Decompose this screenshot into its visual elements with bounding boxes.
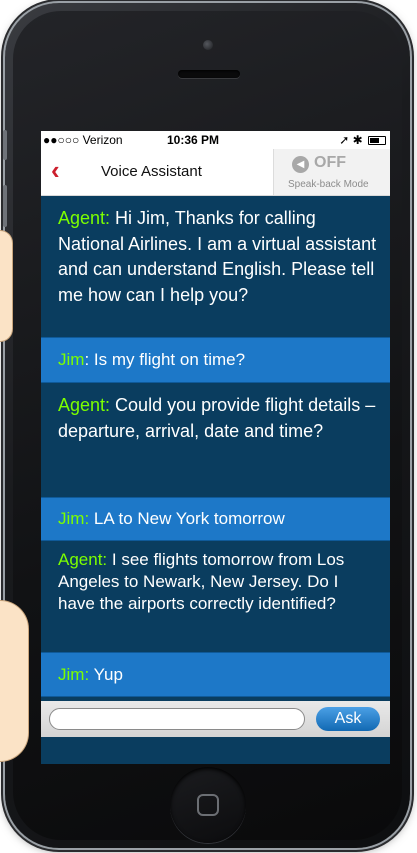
speaker-label: Jim xyxy=(58,350,85,369)
speaker-label: Jim: xyxy=(58,665,90,684)
agent-message: Agent: I see flights tomorrow from Los A… xyxy=(41,541,390,652)
page-title: Voice Assistant xyxy=(101,163,202,180)
status-bar: ●●○○○ Verizon 10:36 PM ➚ ✱ xyxy=(41,131,390,149)
speak-back-state: OFF xyxy=(314,154,346,171)
user-message: Jim: Is my flight on time? xyxy=(41,337,390,383)
agent-message: Agent: Could you provide flight details … xyxy=(41,383,390,497)
message-text: LA to New York tomorrow xyxy=(89,509,285,528)
message-text: : Is my flight on time? xyxy=(84,350,246,369)
user-message: Jim: Yup xyxy=(41,652,390,697)
speak-back-toggle[interactable]: ◀ OFF Speak-back Mode xyxy=(273,149,390,195)
home-button[interactable] xyxy=(170,767,246,843)
speak-back-caption: Speak-back Mode xyxy=(288,179,369,190)
status-icons: ➚ ✱ xyxy=(339,133,386,147)
battery-icon xyxy=(368,136,386,146)
home-square-icon xyxy=(197,794,219,816)
app-screen: ●●○○○ Verizon 10:36 PM ➚ ✱ ‹ Voice Assis… xyxy=(41,131,390,764)
back-chevron-icon[interactable]: ‹ xyxy=(51,157,60,183)
agent-message: Agent: Hi Jim, Thanks for calling Nation… xyxy=(41,196,390,337)
clock: 10:36 PM xyxy=(167,133,220,147)
volume-up-button xyxy=(3,185,7,227)
nav-header: ‹ Voice Assistant ◀ OFF Speak-back Mode xyxy=(41,149,390,196)
callout-shape-bottom xyxy=(0,600,29,762)
location-bluetooth-icons: ➚ ✱ xyxy=(339,133,363,147)
speaker-label: Agent: xyxy=(58,550,108,569)
carrier-label: ●●○○○ Verizon xyxy=(43,133,123,147)
mute-switch xyxy=(3,130,7,160)
user-message: Jim: LA to New York tomorrow xyxy=(41,497,390,541)
ask-button[interactable]: Ask xyxy=(316,707,380,731)
callout-shape-top xyxy=(0,230,13,342)
speaker-label: Agent: xyxy=(58,395,111,415)
message-input[interactable] xyxy=(49,708,305,730)
speaker-icon: ◀ xyxy=(292,156,309,173)
speaker-label: Jim: xyxy=(58,509,90,528)
earpiece-speaker xyxy=(178,70,240,78)
speaker-label: Agent: xyxy=(58,208,111,228)
front-camera xyxy=(203,40,213,50)
message-text: Yup xyxy=(89,665,123,684)
input-bar: Ask xyxy=(41,701,390,737)
